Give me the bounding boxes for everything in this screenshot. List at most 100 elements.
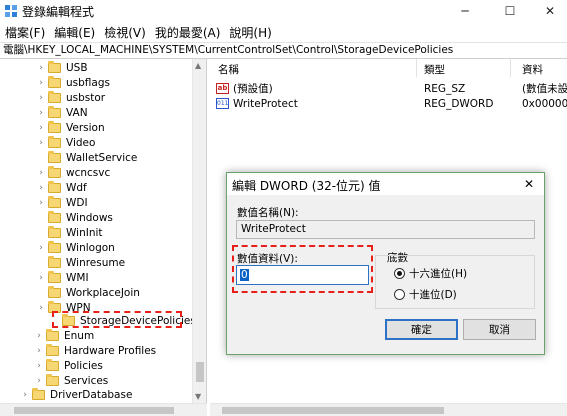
chevron-right-icon[interactable]: › [36, 120, 46, 135]
radio-decimal[interactable]: 十進位(D) [394, 287, 457, 302]
chevron-right-icon[interactable]: › [36, 240, 46, 255]
chevron-right-icon[interactable]: › [36, 270, 46, 285]
tree-item[interactable]: WalletService [36, 150, 137, 165]
cancel-button[interactable]: 取消 [463, 319, 536, 340]
menu-file[interactable]: 檔案(F) [0, 24, 49, 41]
tree-item-label: usbflags [66, 76, 110, 89]
tree-item[interactable]: WorkplaceJoin [36, 285, 140, 300]
close-window-button[interactable]: ✕ [530, 0, 567, 22]
tree-item[interactable]: › wcncsvc [36, 165, 110, 180]
value-row-writeprotect[interactable]: 011 WriteProtect [216, 96, 298, 111]
chevron-right-icon[interactable]: › [36, 180, 46, 195]
radio-hexadecimal[interactable]: 十六進位(H) [394, 266, 467, 281]
chevron-right-icon[interactable]: › [34, 328, 44, 343]
tree-item[interactable]: › Policies [34, 358, 103, 373]
tree-item-label: WMI [66, 271, 89, 284]
dialog-title: 編輯 DWORD (32-位元) 值 [232, 179, 381, 193]
menu-help[interactable]: 說明(H) [224, 24, 275, 41]
dialog-close-button[interactable]: ✕ [519, 175, 539, 193]
tree-item[interactable]: › usbflags [36, 75, 110, 90]
chevron-right-icon[interactable]: › [34, 358, 44, 373]
address-bar[interactable]: 電腦\HKEY_LOCAL_MACHINE\SYSTEM\CurrentCont… [0, 42, 567, 59]
tree-item[interactable]: › DriverDatabase [20, 387, 132, 402]
tree-item[interactable]: › WMI [36, 270, 89, 285]
tree-item[interactable]: Winresume [36, 255, 125, 270]
tree-item[interactable]: › USB [36, 60, 88, 75]
scroll-thumb[interactable] [14, 407, 174, 414]
menu-edit[interactable]: 編輯(E) [49, 24, 99, 41]
values-horizontal-scrollbar[interactable] [210, 403, 567, 416]
column-header-type[interactable]: 類型 [424, 62, 445, 77]
tree-item-label: WorkplaceJoin [66, 286, 140, 299]
tree-item-label: wcncsvc [66, 166, 111, 179]
chevron-right-icon[interactable]: › [36, 165, 46, 180]
tree-item[interactable]: › Services [34, 373, 108, 388]
value-data-input[interactable]: 0 [236, 265, 369, 285]
folder-icon [48, 300, 61, 313]
chevron-right-icon[interactable]: › [20, 387, 30, 402]
chevron-right-icon[interactable]: › [36, 105, 46, 120]
minimize-button[interactable]: ─ [445, 0, 485, 22]
folder-icon [46, 358, 59, 371]
value-name-field: WriteProtect [236, 220, 535, 239]
column-header-data[interactable]: 資料 [522, 62, 543, 77]
chevron-right-icon[interactable]: › [36, 195, 46, 210]
folder-icon [48, 285, 61, 298]
folder-icon [46, 343, 59, 356]
tree-item[interactable]: › Wdf [36, 180, 87, 195]
tree-item[interactable]: › Hardware Profiles [34, 343, 156, 358]
tree-item[interactable]: › Video [36, 135, 95, 150]
tree-item[interactable]: › WDI [36, 195, 88, 210]
folder-icon [48, 240, 61, 253]
key-tree: › USB › usbflags › usbstor › VAN › Version › V… [0, 59, 207, 416]
tree-item-selected[interactable]: StorageDevicePolicies [50, 313, 196, 328]
value-data: 0x000000 [522, 97, 567, 110]
tree-horizontal-scrollbar[interactable] [0, 403, 207, 416]
folder-icon [48, 195, 61, 208]
chevron-right-icon[interactable]: › [36, 90, 46, 105]
folder-icon [48, 270, 61, 283]
menu-favorites[interactable]: 我的最愛(A) [150, 24, 225, 41]
folder-icon [48, 135, 61, 148]
radio-unchecked-icon[interactable] [394, 289, 405, 300]
window-title: 登錄編輯程式 [22, 5, 95, 19]
radio-label: 十進位(D) [409, 289, 457, 301]
value-name-label: 數值名稱(N): [237, 207, 299, 219]
chevron-right-icon[interactable]: › [34, 373, 44, 388]
maximize-button[interactable]: ☐ [490, 0, 530, 22]
chevron-right-icon[interactable]: › [36, 60, 46, 75]
tree-item[interactable]: Windows [36, 210, 113, 225]
value-name: WriteProtect [233, 97, 298, 110]
tree-vertical-scrollbar[interactable]: ▲ ▼ [192, 59, 206, 403]
tree-item[interactable]: › Winlogon [36, 240, 115, 255]
folder-icon [48, 90, 61, 103]
tree-item[interactable]: › Enum [34, 328, 94, 343]
scroll-up-icon[interactable]: ▲ [195, 61, 201, 70]
chevron-right-icon[interactable]: › [36, 300, 46, 315]
value-row-default[interactable]: ab (預設值) [216, 81, 273, 96]
scroll-thumb[interactable] [196, 362, 204, 382]
chevron-right-icon[interactable]: › [36, 135, 46, 150]
folder-icon [46, 328, 59, 341]
tree-item-label: Wdf [66, 181, 87, 194]
menu-view[interactable]: 檢視(V) [99, 24, 150, 41]
edit-dword-dialog: 編輯 DWORD (32-位元) 值 ✕ 數值名稱(N): WriteProte… [226, 172, 545, 355]
tree-item[interactable]: › Version [36, 120, 105, 135]
tree-item-label: USB [66, 61, 88, 74]
folder-icon [48, 210, 61, 223]
tree-item-label: StorageDevicePolicies [80, 314, 196, 327]
column-header-name[interactable]: 名稱 [218, 62, 239, 77]
ok-button[interactable]: 確定 [385, 319, 458, 340]
scroll-down-icon[interactable]: ▼ [195, 392, 201, 401]
tree-item[interactable]: WinInit [36, 225, 103, 240]
chevron-right-icon[interactable]: › [34, 343, 44, 358]
folder-icon [48, 225, 61, 238]
tree-item-label: DriverDatabase [50, 388, 133, 401]
scroll-thumb[interactable] [222, 407, 444, 414]
chevron-right-icon[interactable]: › [36, 75, 46, 90]
radio-checked-icon[interactable] [394, 268, 405, 279]
folder-icon [48, 165, 61, 178]
tree-item[interactable]: › VAN [36, 105, 88, 120]
tree-item[interactable]: › usbstor [36, 90, 105, 105]
dialog-title-bar: 編輯 DWORD (32-位元) 值 ✕ [227, 173, 544, 195]
